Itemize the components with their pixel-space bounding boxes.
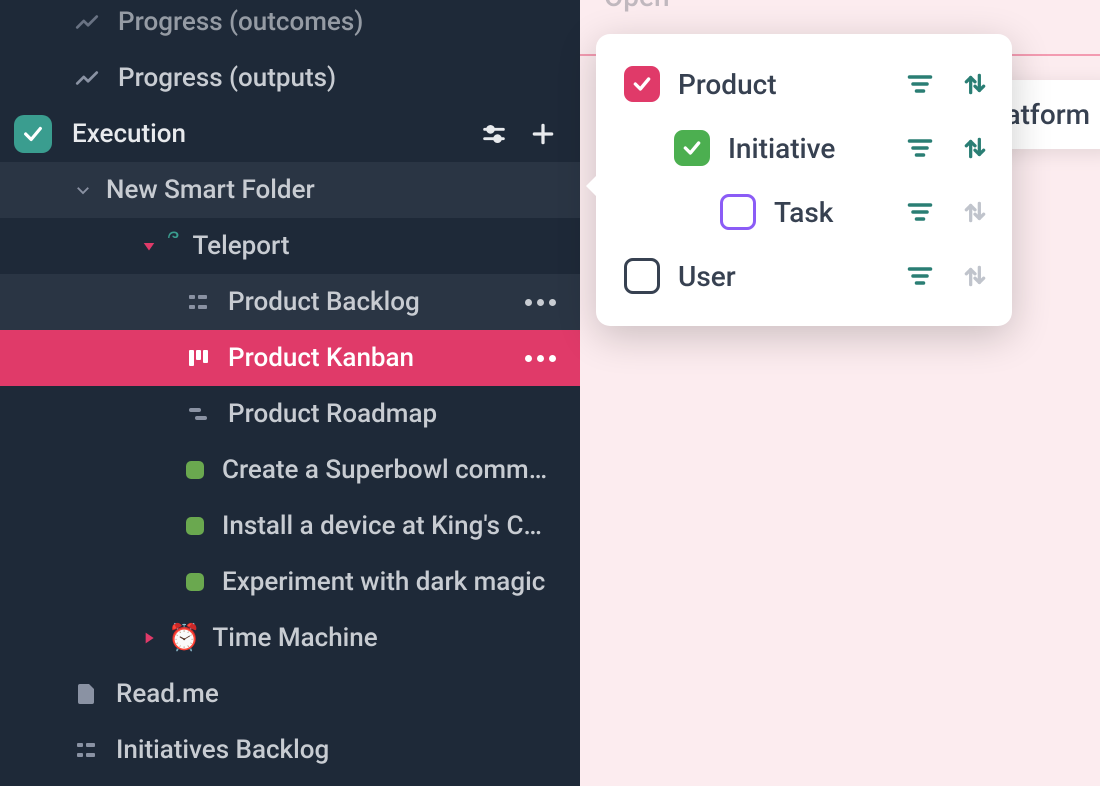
more-icon[interactable] <box>525 299 580 306</box>
sidebar-item-product-roadmap[interactable]: Product Roadmap <box>0 386 580 442</box>
sidebar-item-label: Product Kanban <box>228 343 525 373</box>
checkbox-empty-icon[interactable] <box>624 258 660 294</box>
document-icon <box>74 682 98 706</box>
sidebar-item-label: Product Roadmap <box>228 399 580 429</box>
sidebar-item-product-backlog[interactable]: Product Backlog <box>0 274 580 330</box>
sidebar-item-label: Create a Superbowl comm… <box>222 455 580 485</box>
sidebar-item-dark-magic[interactable]: Experiment with dark magic <box>0 554 580 610</box>
roadmap-icon <box>186 402 210 426</box>
spiral-icon: ՞ <box>168 231 179 261</box>
checkbox-checked-icon[interactable] <box>674 130 710 166</box>
check-icon <box>14 115 52 153</box>
sidebar-item-product-kanban[interactable]: Product Kanban <box>0 330 580 386</box>
popup-row-task[interactable]: Task <box>596 180 1012 244</box>
sliders-icon[interactable] <box>480 120 508 148</box>
filter-icon[interactable] <box>906 198 934 226</box>
chevron-right-icon[interactable] <box>140 630 158 646</box>
sidebar-item-execution[interactable]: Execution <box>0 106 580 162</box>
sidebar-item-initiatives-backlog[interactable]: Initiatives Backlog <box>0 722 580 778</box>
sidebar-item-time-machine[interactable]: ⏰ Time Machine <box>0 610 580 666</box>
sidebar-item-superbowl[interactable]: Create a Superbowl comm… <box>0 442 580 498</box>
popup-row-label: Initiative <box>728 132 835 165</box>
chart-line-icon <box>74 9 100 35</box>
popup-row-label: User <box>678 260 736 293</box>
sort-icon[interactable] <box>962 199 988 225</box>
task-bullet-icon <box>186 517 204 535</box>
chevron-down-icon[interactable] <box>140 237 158 255</box>
chevron-down-icon[interactable] <box>74 180 92 200</box>
popup-row-label: Task <box>774 196 833 229</box>
sidebar-item-label: Execution <box>72 119 480 149</box>
sidebar-item-label: Time Machine <box>212 623 580 653</box>
popup-row-user[interactable]: User <box>596 244 1012 308</box>
task-bullet-icon <box>186 461 204 479</box>
sidebar-item-readme[interactable]: Read.me <box>0 666 580 722</box>
sort-icon[interactable] <box>962 135 988 161</box>
sidebar-item-label: New Smart Folder <box>106 175 580 205</box>
plus-icon[interactable] <box>530 121 556 147</box>
sidebar-item-label: Progress (outcomes) <box>118 7 580 37</box>
checkbox-empty-icon[interactable] <box>720 194 756 230</box>
status-header: Open <box>604 0 670 13</box>
popup-row-initiative[interactable]: Initiative <box>596 116 1012 180</box>
sidebar-item-teleport[interactable]: ՞ Teleport <box>0 218 580 274</box>
list-icon <box>186 290 210 314</box>
sidebar-item-new-smart-folder[interactable]: New Smart Folder <box>0 162 580 218</box>
filter-icon[interactable] <box>906 70 934 98</box>
sidebar-item-label: Experiment with dark magic <box>222 567 580 597</box>
clock-icon: ⏰ <box>168 623 200 653</box>
sort-icon[interactable] <box>962 263 988 289</box>
sidebar-item-label: Product Backlog <box>228 287 525 317</box>
sidebar-item-label: Read.me <box>116 679 580 709</box>
checkbox-checked-icon[interactable] <box>624 66 660 102</box>
sidebar-item-label: Progress (outputs) <box>118 63 580 93</box>
kanban-icon <box>186 346 210 370</box>
task-bullet-icon <box>186 573 204 591</box>
filter-icon[interactable] <box>906 262 934 290</box>
sidebar-item-progress-outputs[interactable]: Progress (outputs) <box>0 50 580 106</box>
grouping-popup: Product Initiative <box>596 34 1012 326</box>
filter-icon[interactable] <box>906 134 934 162</box>
sidebar: Progress (outcomes) Progress (outputs) E… <box>0 0 580 786</box>
list-icon <box>74 738 98 762</box>
sort-icon[interactable] <box>962 71 988 97</box>
more-icon[interactable] <box>525 355 580 362</box>
sidebar-item-label: Install a device at King's C… <box>222 511 580 541</box>
popup-row-product[interactable]: Product <box>596 52 1012 116</box>
chart-line-icon <box>74 65 100 91</box>
sidebar-item-progress-outcomes[interactable]: Progress (outcomes) <box>0 0 580 50</box>
sidebar-item-label: Initiatives Backlog <box>116 735 580 765</box>
main-panel: Open latform Product Initiative <box>580 0 1100 786</box>
sidebar-item-kings[interactable]: Install a device at King's C… <box>0 498 580 554</box>
sidebar-item-label: Teleport <box>193 231 580 261</box>
popup-row-label: Product <box>678 68 777 101</box>
